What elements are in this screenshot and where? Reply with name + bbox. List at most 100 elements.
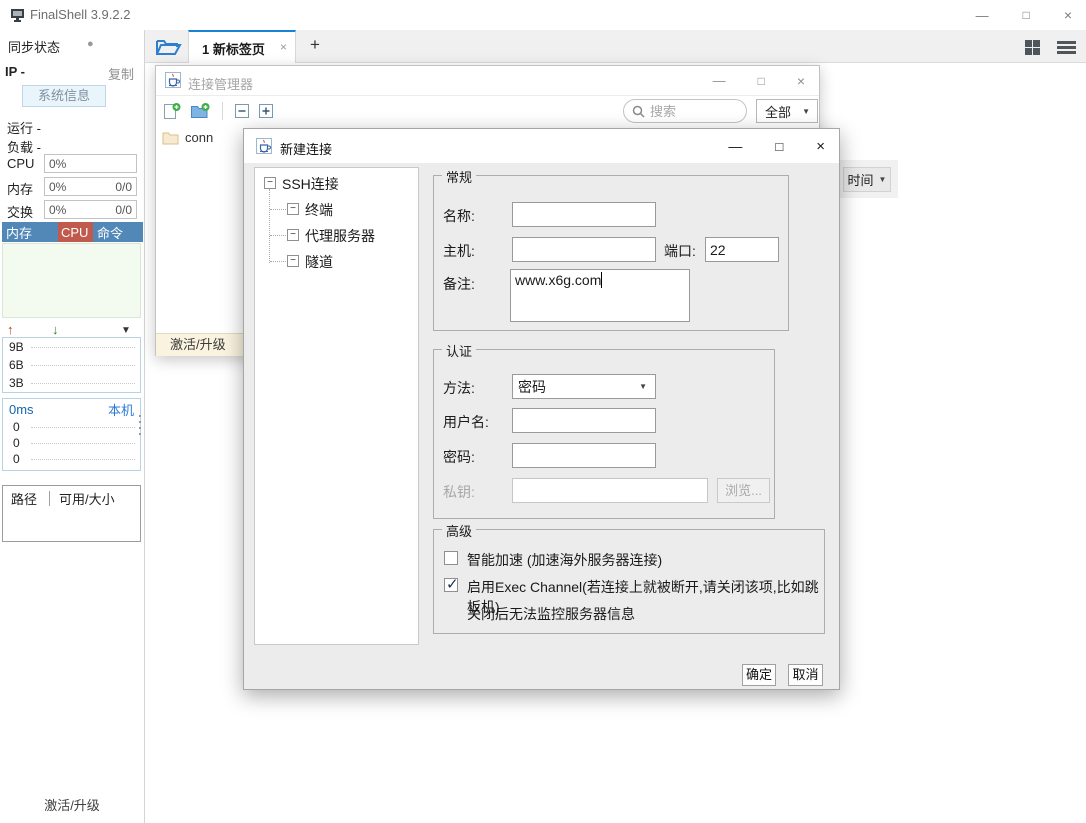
tree-connector bbox=[270, 209, 286, 210]
new-connection-icon[interactable] bbox=[163, 102, 182, 121]
minimize-button[interactable]: — bbox=[976, 8, 989, 23]
password-input[interactable] bbox=[512, 443, 656, 468]
filter-dropdown[interactable]: 全部 ▼ bbox=[756, 99, 818, 123]
sync-status-label: 同步状态 bbox=[8, 37, 60, 56]
time-sort-label: 时间 bbox=[848, 170, 874, 189]
copy-ip-link[interactable]: 复制 bbox=[108, 64, 134, 83]
host-input[interactable] bbox=[512, 237, 656, 262]
host-label: 主机: bbox=[443, 241, 475, 261]
net-chart-dropdown-icon[interactable]: ▼ bbox=[121, 325, 131, 336]
port-input[interactable] bbox=[705, 237, 779, 262]
tree-expander-icon[interactable]: − bbox=[287, 255, 299, 267]
disk-col-size: 可用/大小 bbox=[59, 489, 115, 508]
net-gridline bbox=[31, 365, 135, 366]
monitor-sidebar: 同步状态 ● IP - 复制 系统信息 运行 - 负载 - CPU 0% 内存 … bbox=[0, 30, 145, 823]
ping-chart: 0ms 本机 0 0 0 bbox=[2, 398, 141, 471]
username-input[interactable] bbox=[512, 408, 656, 433]
tab-new-tab-page[interactable]: 1 新标签页 × bbox=[188, 30, 296, 63]
method-select[interactable]: 密码 ▼ bbox=[512, 374, 656, 399]
disk-col-path: 路径 bbox=[3, 489, 37, 508]
ok-button[interactable]: 确定 bbox=[742, 664, 776, 686]
tree-node-proxy[interactable]: 代理服务器 bbox=[305, 226, 375, 246]
browse-button[interactable]: 浏览... bbox=[717, 478, 770, 503]
maximize-button[interactable]: □ bbox=[1023, 8, 1030, 22]
advanced-groupbox: 高级 智能加速 (加速海外服务器连接) ✓ 启用Exec Channel(若连接… bbox=[433, 529, 825, 634]
disk-table: 路径 可用/大小 bbox=[2, 485, 141, 542]
tree-expander-icon[interactable]: − bbox=[287, 203, 299, 215]
maximize-button[interactable]: □ bbox=[775, 139, 783, 154]
tree-item-conn-folder[interactable]: conn bbox=[162, 130, 213, 145]
swap-stat-value: 0% 0/0 bbox=[44, 200, 137, 219]
net-tick: 9B bbox=[3, 340, 31, 354]
minimize-button[interactable]: — bbox=[713, 73, 726, 88]
new-connection-dialog: 新建连接 — □ × − SSH连接 − 终端 − 代理服务器 − 隧道 常规 … bbox=[243, 128, 840, 690]
net-tick: 6B bbox=[3, 358, 31, 372]
filter-label: 全部 bbox=[765, 102, 791, 121]
advanced-legend: 高级 bbox=[442, 521, 476, 540]
smart-accel-checkbox[interactable] bbox=[444, 551, 458, 565]
time-sort-dropdown[interactable]: 时间 ▼ bbox=[843, 167, 891, 192]
exec-channel-checkbox[interactable]: ✓ bbox=[444, 578, 458, 592]
close-button[interactable]: × bbox=[1064, 7, 1072, 23]
chevron-down-icon: ▼ bbox=[879, 175, 887, 184]
sidebar-resize-handle[interactable] bbox=[139, 415, 141, 435]
open-folder-icon[interactable] bbox=[155, 37, 182, 57]
main-window-controls: — □ × bbox=[976, 0, 1072, 30]
ping-host-label[interactable]: 本机 bbox=[108, 400, 134, 419]
exec-channel-note: 关闭后无法监控服务器信息 bbox=[467, 604, 635, 624]
process-tabs: 内存 CPU 命令 bbox=[2, 222, 143, 242]
tab-bar: 1 新标签页 × + bbox=[145, 30, 1086, 63]
window-title: FinalShell 3.9.2.2 bbox=[30, 7, 130, 22]
close-button[interactable]: × bbox=[816, 138, 825, 155]
mem-stat-label: 内存 bbox=[7, 179, 33, 198]
tab-cpu[interactable]: CPU bbox=[58, 222, 93, 242]
remark-text: www.x6g.com bbox=[515, 272, 601, 288]
tree-node-terminal[interactable]: 终端 bbox=[305, 200, 333, 220]
maximize-button[interactable]: □ bbox=[758, 74, 765, 88]
method-label: 方法: bbox=[443, 378, 475, 398]
search-input[interactable] bbox=[650, 104, 730, 119]
net-gridline bbox=[31, 347, 135, 348]
layout-grid-icon[interactable] bbox=[1025, 40, 1040, 55]
collapse-all-icon[interactable] bbox=[234, 103, 250, 119]
new-folder-icon[interactable] bbox=[190, 102, 211, 121]
tree-connector bbox=[270, 235, 286, 236]
mem-percent: 0% bbox=[49, 180, 66, 194]
dialog-title: 新建连接 bbox=[280, 139, 332, 158]
tree-node-ssh[interactable]: SSH连接 bbox=[282, 174, 339, 194]
menu-icon[interactable] bbox=[1057, 41, 1076, 54]
expand-all-icon[interactable] bbox=[258, 103, 274, 119]
activate-upgrade-link[interactable]: 激活/升级 bbox=[0, 795, 144, 814]
new-tab-button[interactable]: + bbox=[305, 35, 325, 55]
private-key-label: 私钥: bbox=[443, 482, 475, 502]
ping-gridline bbox=[31, 443, 135, 444]
private-key-input[interactable] bbox=[512, 478, 708, 503]
cancel-button[interactable]: 取消 bbox=[788, 664, 823, 686]
minimize-button[interactable]: — bbox=[728, 138, 742, 154]
tree-expander-icon[interactable]: − bbox=[287, 229, 299, 241]
run-label: 运行 - bbox=[7, 118, 41, 137]
ping-latency: 0ms bbox=[9, 402, 34, 417]
settings-tree: − SSH连接 − 终端 − 代理服务器 − 隧道 bbox=[254, 167, 419, 645]
swap-percent: 0% bbox=[49, 203, 66, 217]
tab-close-icon[interactable]: × bbox=[280, 40, 287, 54]
tree-connector bbox=[270, 261, 286, 262]
system-info-button[interactable]: 系统信息 bbox=[22, 85, 106, 107]
remark-textarea[interactable]: www.x6g.com bbox=[510, 269, 690, 322]
net-gridline bbox=[31, 383, 135, 384]
column-divider bbox=[49, 491, 50, 506]
close-button[interactable]: × bbox=[797, 73, 805, 89]
java-app-icon bbox=[165, 72, 181, 88]
net-tick: 3B bbox=[3, 376, 31, 390]
tab-memory[interactable]: 内存 bbox=[2, 222, 58, 242]
smart-accel-label[interactable]: 智能加速 (加速海外服务器连接) bbox=[467, 550, 662, 570]
username-label: 用户名: bbox=[443, 412, 489, 432]
finalshell-app: FinalShell 3.9.2.2 — □ × 同步状态 ● IP - 复制 … bbox=[0, 0, 1086, 823]
chevron-down-icon: ▼ bbox=[639, 382, 647, 391]
app-logo-icon bbox=[10, 8, 26, 23]
tree-node-tunnel[interactable]: 隧道 bbox=[305, 252, 333, 272]
name-input[interactable] bbox=[512, 202, 656, 227]
tab-command[interactable]: 命令 bbox=[93, 222, 143, 242]
tree-expander-icon[interactable]: − bbox=[264, 177, 276, 189]
ping-gridline bbox=[31, 459, 135, 460]
